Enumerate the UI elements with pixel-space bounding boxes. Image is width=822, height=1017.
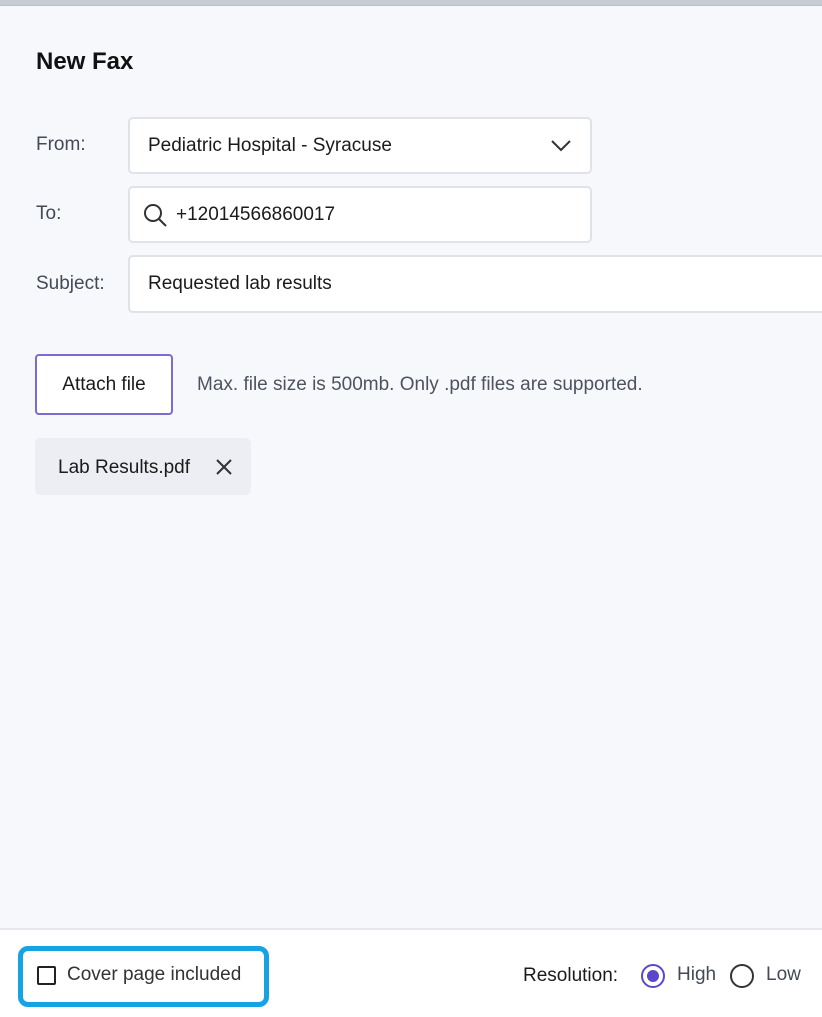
close-icon[interactable] <box>215 458 233 476</box>
to-label: To: <box>36 203 62 224</box>
dialog-title: New Fax <box>36 48 134 75</box>
file-size-hint: Max. file size is 500mb. Only .pdf files… <box>197 374 643 395</box>
attached-file-chip: Lab Results.pdf <box>35 438 251 495</box>
attach-file-button[interactable]: Attach file <box>35 354 173 415</box>
subject-value: Requested lab results <box>148 273 332 294</box>
resolution-label: Resolution: <box>523 965 619 986</box>
subject-input[interactable]: Requested lab results <box>128 255 822 313</box>
resolution-high-radio[interactable] <box>641 964 665 988</box>
to-input[interactable]: +12014566860017 <box>128 186 592 243</box>
from-select[interactable]: Pediatric Hospital - Syracuse <box>128 117 592 174</box>
from-label: From: <box>36 134 86 155</box>
to-value: +12014566860017 <box>176 204 336 225</box>
cover-page-label[interactable]: Cover page included <box>67 964 241 986</box>
subject-label: Subject: <box>36 273 105 294</box>
chevron-down-icon <box>551 140 571 152</box>
cover-page-checkbox[interactable] <box>37 966 56 985</box>
attached-file-name: Lab Results.pdf <box>58 457 191 478</box>
from-value: Pediatric Hospital - Syracuse <box>148 135 392 156</box>
resolution-low-label[interactable]: Low <box>766 964 801 986</box>
search-icon <box>144 204 167 227</box>
resolution-low-radio[interactable] <box>730 964 754 988</box>
resolution-high-label[interactable]: High <box>677 964 716 986</box>
dialog-footer: Cover page included Resolution: High Low <box>0 928 822 1017</box>
new-fax-dialog: New Fax From: Pediatric Hospital - Syrac… <box>0 6 822 1017</box>
